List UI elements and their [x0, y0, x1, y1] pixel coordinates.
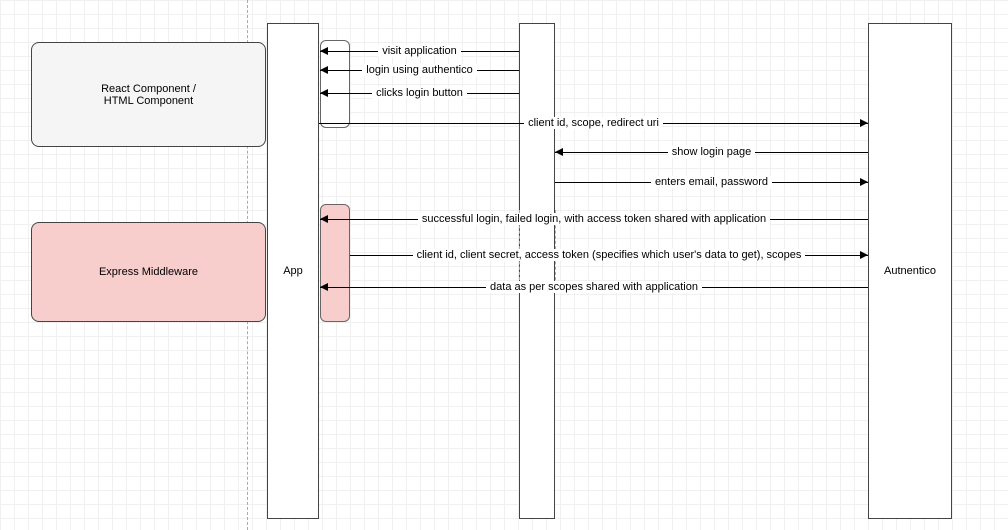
arrow-visit-application: visit application: [320, 44, 519, 58]
arrow-client-id-scope: client id, scope, redirect uri: [319, 116, 868, 130]
msg-enters-email: enters email, password: [651, 176, 772, 188]
arrow-enters-email-password: enters email, password: [555, 175, 868, 189]
express-middleware-box: Express Middleware: [31, 222, 266, 322]
arrowhead-right-icon: [860, 251, 868, 259]
arrowhead-left-icon: [320, 215, 328, 223]
arrowhead-left-icon: [320, 47, 328, 55]
app-lifeline-label: App: [283, 265, 303, 277]
msg-data-scopes: data as per scopes shared with applicati…: [486, 281, 702, 293]
react-component-label: React Component / HTML Component: [101, 83, 196, 107]
arrow-data-scopes: data as per scopes shared with applicati…: [320, 280, 868, 294]
msg-client-secret: client id, client secret, access token (…: [413, 249, 806, 261]
msg-clicks-login-button: clicks login button: [372, 87, 467, 99]
arrowhead-left-icon: [555, 148, 563, 156]
msg-client-id-scope: client id, scope, redirect uri: [524, 117, 663, 129]
authentico-lifeline: Autnentico: [868, 23, 952, 519]
diagram-canvas: React Component / HTML Component Express…: [0, 0, 1008, 530]
arrow-successful-login: successful login, failed login, with acc…: [320, 212, 868, 226]
arrowhead-left-icon: [320, 66, 328, 74]
arrow-login-using-authentico: login using authentico: [320, 63, 519, 77]
app-lifeline: App: [267, 23, 319, 519]
arrowhead-left-icon: [320, 89, 328, 97]
arrowhead-right-icon: [860, 119, 868, 127]
msg-show-login-page: show login page: [668, 146, 756, 158]
arrowhead-right-icon: [860, 178, 868, 186]
react-component-box: React Component / HTML Component: [31, 42, 266, 147]
express-middleware-label: Express Middleware: [99, 266, 198, 278]
user-lifeline: [519, 23, 555, 519]
arrow-show-login-page: show login page: [555, 145, 868, 159]
msg-visit-application: visit application: [378, 45, 461, 57]
authentico-lifeline-label: Autnentico: [884, 265, 936, 277]
arrow-client-secret: client id, client secret, access token (…: [350, 248, 868, 262]
arrow-clicks-login-button: clicks login button: [320, 86, 519, 100]
arrowhead-left-icon: [320, 283, 328, 291]
msg-successful-login: successful login, failed login, with acc…: [418, 213, 770, 225]
msg-login-authentico: login using authentico: [362, 64, 476, 76]
